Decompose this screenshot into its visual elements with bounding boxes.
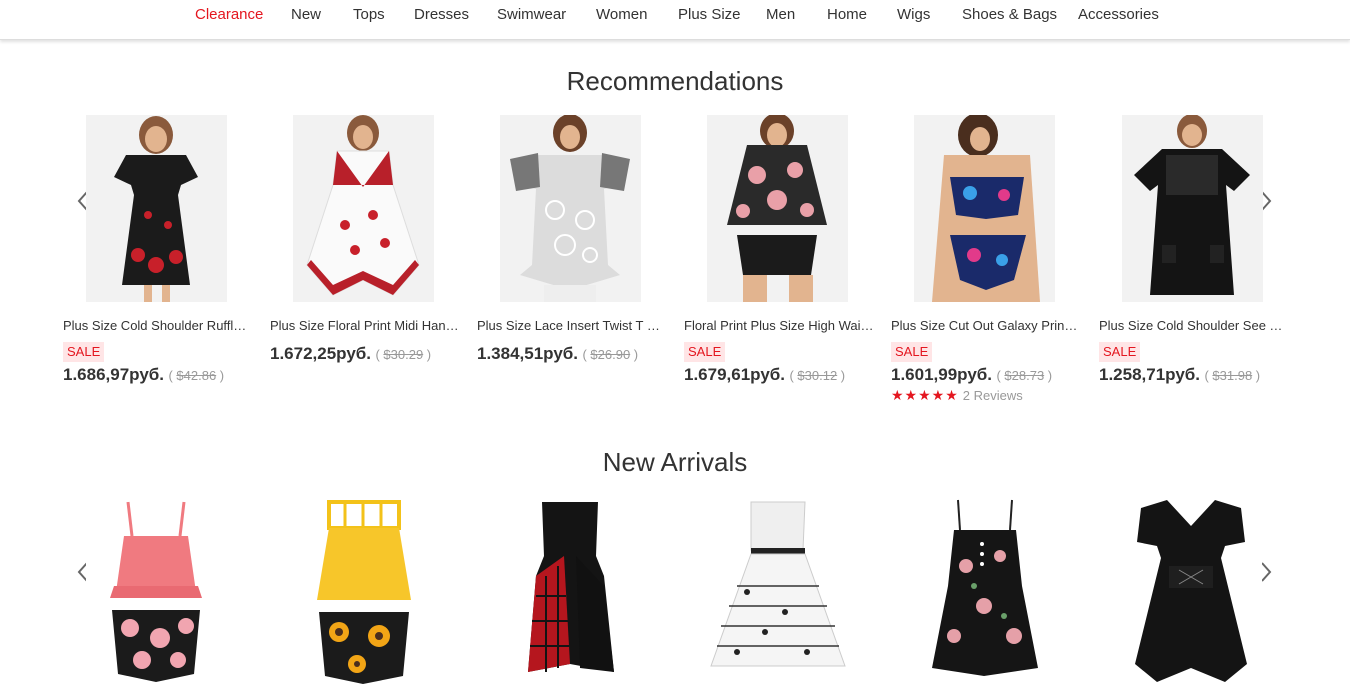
product-card[interactable]: Plus Size Lace Insert Twist T Shirt 1.38… (477, 115, 667, 385)
nav-item-women[interactable]: Women (596, 6, 647, 23)
nav-item-wigs[interactable]: Wigs (897, 6, 930, 23)
nav-item-tops[interactable]: Tops (353, 6, 385, 23)
star-rating-icon: ★★★★★ (891, 387, 959, 403)
new-arrival-product-image[interactable] (86, 496, 227, 686)
product-title[interactable]: Floral Print Plus Size High Waisted Tank… (684, 318, 874, 333)
price-line: 1.672,25руб. ( $30.29 ) (270, 344, 431, 364)
price-line: 1.686,97руб. ( $42.86 ) (63, 365, 224, 385)
product-rating[interactable]: ★★★★★ 2 Reviews (891, 387, 1023, 405)
product-price: 1.686,97руб. (63, 365, 165, 384)
product-image[interactable] (500, 115, 641, 302)
original-price: ( $42.86 ) (168, 368, 225, 383)
product-title[interactable]: Plus Size Floral Print Midi Handkerchief… (270, 318, 460, 333)
nav-item-swimwear[interactable]: Swimwear (497, 6, 566, 23)
original-price: ( $28.73 ) (996, 368, 1053, 383)
nav-item-men[interactable]: Men (766, 6, 795, 23)
nav-item-new[interactable]: New (291, 6, 321, 23)
top-navigation: Clearance New Tops Dresses Swimwear Wome… (0, 0, 1350, 40)
product-card[interactable]: Plus Size Cut Out Galaxy Print Bikini SA… (891, 115, 1081, 405)
product-card[interactable]: Plus Size Cold Shoulder Ruffle Floral Pr… (63, 115, 253, 385)
price-line: 1.601,99руб. ( $28.73 ) (891, 365, 1052, 385)
product-title[interactable]: Plus Size Cold Shoulder Ruffle Floral Pr… (63, 318, 253, 333)
product-price: 1.672,25руб. (270, 344, 372, 363)
product-title[interactable]: Plus Size Lace Insert Twist T Shirt (477, 318, 667, 333)
price-line: 1.679,61руб. ( $30.12 ) (684, 365, 845, 385)
reviews-link[interactable]: 2 Reviews (963, 388, 1023, 403)
price-line: 1.258,71руб. ( $31.98 ) (1099, 365, 1260, 385)
product-title[interactable]: Plus Size Cut Out Galaxy Print Bikini (891, 318, 1081, 333)
product-card[interactable]: Plus Size Cold Shoulder See Through Dres… (1099, 115, 1289, 385)
nav-item-dresses[interactable]: Dresses (414, 6, 469, 23)
sale-badge: SALE (63, 342, 105, 362)
product-image[interactable] (293, 115, 434, 302)
product-price: 1.679,61руб. (684, 365, 786, 384)
sale-badge: SALE (1099, 342, 1141, 362)
original-price: ( $30.12 ) (789, 368, 846, 383)
new-arrival-product-image[interactable] (707, 496, 848, 686)
new-arrival-product-image[interactable] (500, 496, 641, 686)
product-image[interactable] (914, 115, 1055, 302)
original-price: ( $26.90 ) (582, 347, 639, 362)
product-card[interactable]: Plus Size Floral Print Midi Handkerchief… (270, 115, 460, 385)
product-image[interactable] (1122, 115, 1263, 302)
new-arrival-product-image[interactable] (293, 496, 434, 686)
original-price: ( $30.29 ) (375, 347, 432, 362)
product-price: 1.601,99руб. (891, 365, 993, 384)
nav-item-plus-size[interactable]: Plus Size (678, 6, 741, 23)
product-price: 1.258,71руб. (1099, 365, 1201, 384)
product-image[interactable] (707, 115, 848, 302)
new-arrival-product-image[interactable] (1121, 496, 1262, 686)
new-arrivals-title: New Arrivals (602, 447, 748, 477)
product-image[interactable] (86, 115, 227, 302)
nav-item-home[interactable]: Home (827, 6, 867, 23)
nav-item-accessories[interactable]: Accessories (1078, 6, 1159, 23)
product-title[interactable]: Plus Size Cold Shoulder See Through Dres… (1099, 318, 1285, 333)
nav-item-clearance[interactable]: Clearance (195, 6, 263, 23)
original-price: ( $31.98 ) (1204, 368, 1261, 383)
product-price: 1.384,51руб. (477, 344, 579, 363)
price-line: 1.384,51руб. ( $26.90 ) (477, 344, 638, 364)
sale-badge: SALE (684, 342, 726, 362)
new-arrival-product-image[interactable] (914, 496, 1055, 686)
sale-badge: SALE (891, 342, 933, 362)
nav-item-shoes-bags[interactable]: Shoes & Bags (962, 6, 1057, 23)
product-card[interactable]: Floral Print Plus Size High Waisted Tank… (684, 115, 874, 385)
recommendations-title: Recommendations (566, 66, 784, 96)
